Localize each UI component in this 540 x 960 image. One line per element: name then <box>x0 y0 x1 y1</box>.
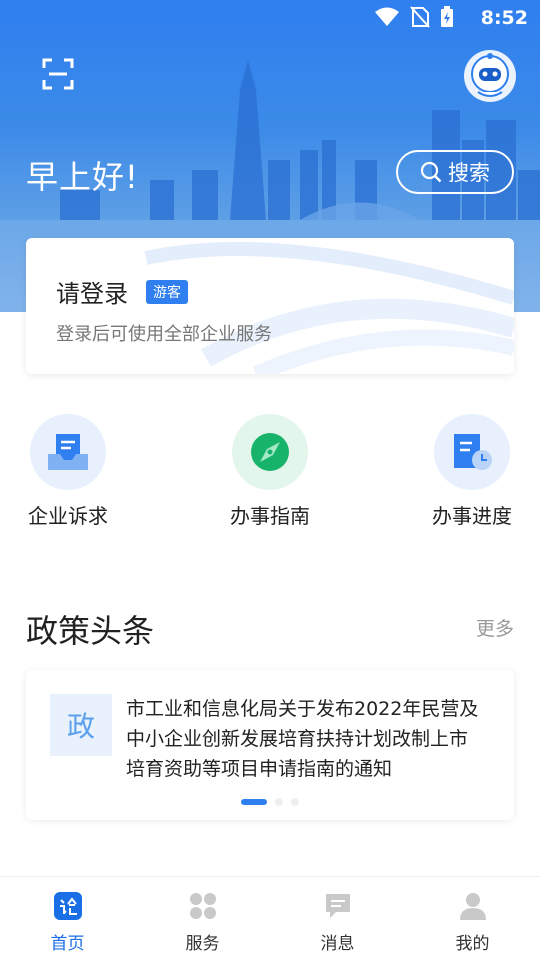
carousel-dot <box>275 798 283 806</box>
quick-entry-label: 企业诉求 <box>28 504 108 528</box>
search-button[interactable]: 搜索 <box>396 150 514 194</box>
search-icon <box>420 161 442 183</box>
news-headline: 市工业和信息化局关于发布2022年民营及 中小企业创新发展培育扶持计划改制上市 … <box>126 698 479 780</box>
quick-entry-label: 办事进度 <box>432 504 512 528</box>
tab-messages[interactable]: 消息 <box>270 877 405 960</box>
tab-profile[interactable]: 我的 <box>405 877 540 960</box>
compass-icon <box>232 414 308 490</box>
carousel-dot <box>241 799 267 805</box>
carousel-indicator <box>26 798 514 806</box>
carousel-dot <box>291 798 299 806</box>
search-label: 搜索 <box>448 161 490 185</box>
profile-icon <box>459 893 486 920</box>
message-icon <box>325 894 350 918</box>
bottom-tab-bar: 首页 服务 消息 我的 <box>0 876 540 960</box>
tab-label: 服务 <box>185 934 220 954</box>
status-bar: 8:52 <box>0 0 540 36</box>
wifi-icon <box>375 7 399 26</box>
battery-charging-icon <box>441 6 453 27</box>
quick-entry-label: 办事指南 <box>230 504 310 528</box>
tab-home[interactable]: 首页 <box>0 877 135 960</box>
policy-section-title: 政策头条 <box>26 612 155 650</box>
services-grid-icon <box>189 893 216 919</box>
complaint-inbox-icon <box>30 414 106 490</box>
guest-badge: 游客 <box>146 280 188 304</box>
home-icon <box>53 892 82 920</box>
no-sim-icon <box>410 6 430 28</box>
greeting-text: 早上好! <box>26 158 139 196</box>
news-thumbnail: 政 <box>50 694 112 756</box>
quick-entry-complaint[interactable]: 企业诉求 <box>8 410 128 529</box>
login-card[interactable]: 请登录 游客 登录后可使用全部企业服务 <box>26 238 514 374</box>
login-subtitle: 登录后可使用全部企业服务 <box>56 324 272 345</box>
scan-icon <box>42 58 74 90</box>
avatar[interactable] <box>464 50 516 102</box>
status-time: 8:52 <box>480 7 528 29</box>
policy-news-card[interactable]: 政 市工业和信息化局关于发布2022年民营及 中小企业创新发展培育扶持计划改制上… <box>26 670 514 820</box>
tab-services[interactable]: 服务 <box>135 877 270 960</box>
robot-mascot-icon <box>471 53 509 97</box>
status-icons <box>374 6 454 28</box>
more-link[interactable]: 更多 <box>476 614 514 641</box>
quick-entry-guide[interactable]: 办事指南 <box>210 410 330 529</box>
progress-document-icon <box>434 414 510 490</box>
tab-label: 首页 <box>50 934 85 954</box>
scan-button[interactable] <box>40 56 76 92</box>
quick-entry-progress[interactable]: 办事进度 <box>412 410 532 529</box>
tab-label: 我的 <box>455 934 490 954</box>
tab-label: 消息 <box>320 934 355 954</box>
login-title: 请登录 <box>56 280 128 308</box>
quick-entries: 企业诉求 办事指南 办事进度 <box>0 410 540 530</box>
